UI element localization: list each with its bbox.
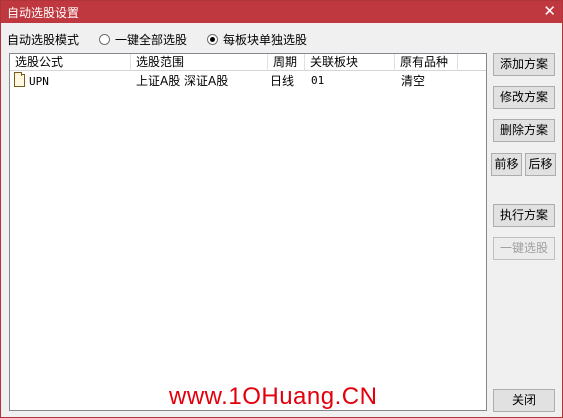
column-header-original[interactable]: 原有品种 (395, 54, 458, 71)
column-header-range[interactable]: 选股范围 (131, 54, 268, 71)
radio-per-sector[interactable]: 每板块单独选股 (207, 31, 307, 48)
edit-scheme-button[interactable]: 修改方案 (493, 86, 555, 109)
close-icon[interactable]: ✕ (543, 2, 556, 20)
row-range: 上证A股 深证A股 (136, 74, 229, 88)
one-click-select-button[interactable]: 一键选股 (493, 237, 555, 260)
row-period: 日线 (270, 74, 295, 88)
table-row[interactable]: UPN 上证A股 深证A股 日线 01 清空 (10, 72, 486, 90)
delete-scheme-button[interactable]: 删除方案 (493, 119, 555, 142)
title-bar: 自动选股设置 ✕ (1, 1, 562, 23)
close-button[interactable]: 关闭 (493, 389, 555, 412)
column-header-sector[interactable]: 关联板块 (305, 54, 395, 71)
column-header-period[interactable]: 周期 (268, 54, 305, 71)
formula-document-icon (14, 72, 25, 87)
list-header: 选股公式 选股范围 周期 关联板块 原有品种 (10, 54, 486, 71)
execute-scheme-button[interactable]: 执行方案 (493, 204, 555, 227)
scheme-list[interactable]: 选股公式 选股范围 周期 关联板块 原有品种 UPN 上证A股 深证A股 日线 … (9, 53, 487, 411)
radio-all-at-once[interactable]: 一键全部选股 (99, 31, 187, 48)
radio-all-at-once-label: 一键全部选股 (115, 33, 188, 47)
column-header-formula[interactable]: 选股公式 (10, 54, 131, 71)
site-watermark: www.1OHuang.CN (169, 383, 378, 410)
selection-mode-label: 自动选股模式 (7, 33, 80, 47)
radio-unchecked-icon (99, 34, 110, 45)
row-sector: 01 (311, 74, 325, 87)
radio-per-sector-label: 每板块单独选股 (223, 33, 308, 47)
row-formula: UPN (14, 72, 49, 90)
auto-stock-selection-dialog: 自动选股设置 ✕ 自动选股模式 一键全部选股 每板块单独选股 选股公式 选股范围… (0, 0, 563, 418)
window-title: 自动选股设置 (7, 6, 80, 20)
add-scheme-button[interactable]: 添加方案 (493, 53, 555, 76)
move-up-button[interactable]: 前移 (491, 153, 522, 176)
row-original: 清空 (401, 74, 426, 88)
selection-mode-group: 自动选股模式 一键全部选股 每板块单独选股 (7, 31, 337, 47)
move-down-button[interactable]: 后移 (525, 153, 556, 176)
radio-checked-icon (207, 34, 218, 45)
